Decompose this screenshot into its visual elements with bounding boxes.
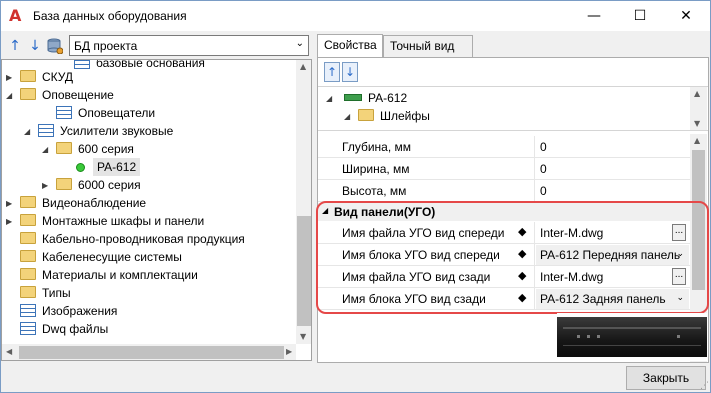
column-divider <box>534 180 535 202</box>
panel-led <box>677 335 680 338</box>
chevron-down-icon: ⌄ <box>295 38 304 49</box>
database-settings-icon[interactable] <box>47 38 64 55</box>
amplifier-front-panel <box>557 317 707 357</box>
expand-toggle-icon[interactable]: ▶ <box>42 177 48 195</box>
folder-icon <box>20 70 36 82</box>
scroll-down-icon[interactable]: ▼ <box>300 332 306 341</box>
title-bar: A База данных оборудования — ☐ ✕ <box>1 1 710 31</box>
device-structure-tree[interactable]: ◢ PA-612 ◢ Шлейфы ▲ ▼ <box>318 86 708 131</box>
property-row-height[interactable]: Высота, мм 0 <box>318 180 690 202</box>
panel-led <box>587 335 590 338</box>
database-source-value: БД проекта <box>74 39 138 53</box>
tree-item-label: Усилители звуковые <box>60 124 174 138</box>
folder-icon <box>20 268 36 280</box>
folder-icon <box>20 214 36 226</box>
tree-vertical-scrollbar[interactable]: ▲ ▼ <box>296 60 311 344</box>
tree-item-label: Типы <box>42 286 71 300</box>
property-name: Глубина, мм <box>342 140 412 154</box>
window-title: База данных оборудования <box>33 9 187 23</box>
scroll-left-icon[interactable]: ◀ <box>6 347 12 356</box>
folder-icon <box>20 250 36 262</box>
tree-item-label: Оповещение <box>42 88 114 102</box>
tree-item-label: СКУД <box>42 70 74 84</box>
tree-item-label: Материалы и комплектации <box>42 268 198 282</box>
column-divider <box>534 158 535 180</box>
panel-led <box>577 335 580 338</box>
annotation-highlight <box>316 201 709 314</box>
expand-toggle-icon[interactable]: ◢ <box>6 87 12 105</box>
scrollbar-thumb[interactable] <box>19 346 284 359</box>
loops-node-label: Шлейфы <box>380 109 430 123</box>
property-value[interactable]: 0 <box>540 162 547 176</box>
panel-line <box>563 345 701 346</box>
folder-icon <box>20 232 36 244</box>
folder-icon <box>358 109 374 121</box>
tab-properties[interactable]: Свойства <box>317 34 383 58</box>
expand-toggle-icon[interactable]: ▶ <box>6 195 12 213</box>
expand-toggle-icon[interactable]: ◢ <box>42 141 48 159</box>
scroll-up-icon[interactable]: ▲ <box>300 62 306 71</box>
folder-icon <box>56 178 72 190</box>
mini-tree-scrollbar[interactable]: ▲ ▼ <box>690 87 707 130</box>
expand-toggle-icon[interactable]: ▶ <box>6 69 12 87</box>
scroll-up-icon[interactable]: ▲ <box>694 136 700 145</box>
column-divider <box>534 136 535 158</box>
maximize-button[interactable]: ☐ <box>617 1 663 31</box>
arrow-up-icon[interactable]: ↑ <box>7 38 23 54</box>
tree-item-label: Dwq файлы <box>42 322 109 336</box>
arrow-down-icon[interactable]: ↓ <box>27 38 43 54</box>
expand-toggle-icon[interactable]: ▶ <box>6 213 12 231</box>
property-row-depth[interactable]: Глубина, мм 0 <box>318 136 690 158</box>
expand-toggle-icon[interactable]: ◢ <box>24 123 30 141</box>
folder-icon <box>20 286 36 298</box>
panel-line <box>563 327 701 329</box>
table-icon <box>56 106 72 119</box>
expand-toggle-icon[interactable]: ◢ <box>344 108 350 126</box>
folder-icon <box>20 88 36 100</box>
property-row-width[interactable]: Ширина, мм 0 <box>318 158 690 180</box>
tree-item-label: Кабельно-проводниковая продукция <box>42 232 245 246</box>
table-icon <box>20 304 36 317</box>
tab-exact-view[interactable]: Точный вид <box>383 35 473 57</box>
amplifier-device-icon <box>344 94 362 101</box>
tree-item-label: Кабеленесущие системы <box>42 250 182 264</box>
close-button[interactable]: Закрыть <box>626 366 706 390</box>
property-name: Ширина, мм <box>342 162 410 176</box>
scroll-up-icon[interactable]: ▲ <box>694 89 700 98</box>
move-up-button[interactable]: ↑ <box>324 62 340 82</box>
autocad-a-icon: A <box>9 6 22 25</box>
table-icon <box>20 322 36 335</box>
folder-icon <box>56 142 72 154</box>
tree-item-label: Изображения <box>42 304 118 318</box>
tree-item-label: Оповещатели <box>78 106 156 120</box>
equipment-database-window: A База данных оборудования — ☐ ✕ ↑ ↓ БД … <box>0 0 711 393</box>
resize-grip-icon[interactable]: ⋰ <box>700 381 709 391</box>
database-source-select[interactable]: БД проекта ⌄ <box>69 35 309 56</box>
table-icon <box>38 124 54 137</box>
move-down-button[interactable]: ↓ <box>342 62 358 82</box>
scrollbar-thumb[interactable] <box>297 216 311 326</box>
tree-item-label: 600 серия <box>78 142 134 156</box>
scroll-down-icon[interactable]: ▼ <box>694 119 700 128</box>
minimize-button[interactable]: — <box>571 1 617 31</box>
close-window-button[interactable]: ✕ <box>663 1 709 31</box>
panel-led <box>597 335 600 338</box>
tree-item-label: 6000 серия <box>78 178 141 192</box>
scroll-right-icon[interactable]: ▶ <box>286 347 292 356</box>
property-value[interactable]: 0 <box>540 140 547 154</box>
equipment-tree[interactable]: базовые основания ▶ СКУД ◢ Оповещение Оповеща… <box>1 59 312 361</box>
folder-icon <box>20 196 36 208</box>
tree-item-label: базовые основания <box>96 59 205 70</box>
property-name: Высота, мм <box>342 184 407 198</box>
device-status-icon <box>76 163 85 172</box>
tree-horizontal-scrollbar[interactable]: ◀ ▶ <box>2 344 296 360</box>
property-value[interactable]: 0 <box>540 184 547 198</box>
device-preview-image <box>557 313 707 361</box>
tree-item-label: Видеонаблюдение <box>42 196 147 210</box>
device-node-label: PA-612 <box>368 91 408 105</box>
expand-toggle-icon[interactable]: ◢ <box>326 90 332 108</box>
tree-item-label: Монтажные шкафы и панели <box>42 214 205 228</box>
tree-item-label: PA-612 <box>93 158 141 176</box>
table-icon <box>74 60 90 69</box>
